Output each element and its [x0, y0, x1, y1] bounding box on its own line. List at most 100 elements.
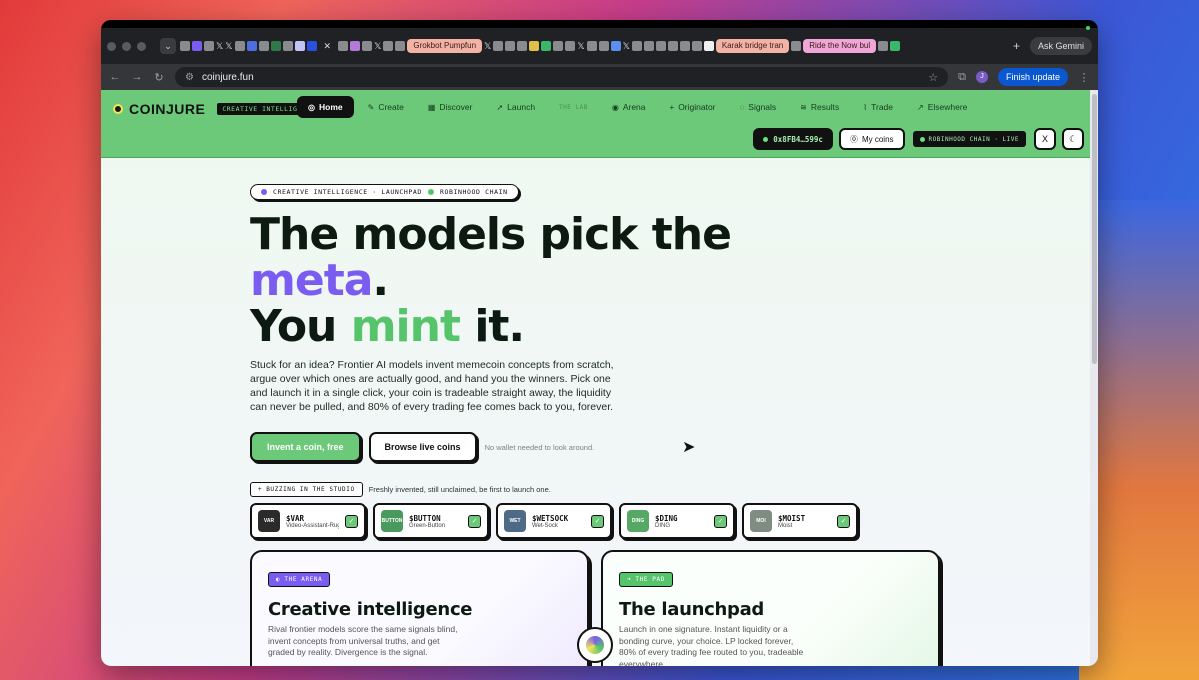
- launch-check-icon[interactable]: ✓: [468, 514, 481, 528]
- ask-gemini-button[interactable]: Ask Gemini: [1029, 37, 1092, 55]
- launch-check-icon[interactable]: ✓: [591, 514, 604, 528]
- tab-favicon[interactable]: [246, 41, 257, 51]
- x-logo-icon[interactable]: 𝕏: [623, 41, 630, 51]
- hero-badge-right: ROBINHOOD CHAIN: [439, 188, 508, 196]
- tab-favicon[interactable]: [655, 41, 666, 51]
- forward-icon[interactable]: →: [131, 71, 143, 83]
- theme-toggle-button[interactable]: ☾: [1062, 128, 1084, 150]
- tab-favicon[interactable]: [541, 41, 552, 51]
- reload-icon[interactable]: ↻: [153, 71, 165, 84]
- coin-icon: ⓪: [849, 134, 858, 144]
- profile-avatar[interactable]: J: [975, 71, 988, 83]
- coin-card[interactable]: MOI $MOIST Moist ✓: [742, 503, 858, 539]
- browser-menu-icon[interactable]: ⋮: [1078, 71, 1090, 84]
- site-info-icon[interactable]: ⚙: [185, 72, 194, 83]
- browse-live-coins-button[interactable]: Browse live coins: [368, 432, 477, 462]
- x-logo-icon[interactable]: 𝕏: [484, 41, 491, 51]
- assistant-orb-button[interactable]: [577, 627, 613, 663]
- x-logo-icon[interactable]: 𝕏: [225, 41, 232, 51]
- headline-mint: mint: [350, 301, 461, 352]
- launch-check-icon[interactable]: ✓: [345, 514, 358, 528]
- nav-home[interactable]: ◎ Home: [297, 96, 354, 118]
- tab-favicon[interactable]: [586, 41, 597, 51]
- browser-tab[interactable]: Karak bridge tran: [715, 39, 790, 53]
- tab-favicon[interactable]: [306, 41, 317, 51]
- tab-favicon[interactable]: [791, 41, 802, 51]
- tab-favicon[interactable]: [180, 41, 190, 51]
- invent-coin-button[interactable]: Invent a coin, free: [250, 432, 361, 462]
- tab-favicon[interactable]: [529, 41, 540, 51]
- browser-tab[interactable]: Ride the Now bul: [803, 39, 877, 53]
- brand[interactable]: COINJURE CREATIVE INTELLIGENCE: [113, 101, 321, 117]
- scrollbar-thumb[interactable]: [1092, 94, 1097, 364]
- arena-card[interactable]: ◐ THE ARENA Creative intelligence Rival …: [250, 550, 589, 666]
- tab-favicon[interactable]: [282, 41, 293, 51]
- my-coins-button[interactable]: ⓪ My coins: [838, 128, 905, 150]
- nav-discover[interactable]: ▦ Discover: [418, 97, 483, 117]
- tab-favicon[interactable]: [204, 41, 214, 51]
- tab-favicon[interactable]: [395, 41, 406, 51]
- coin-card[interactable]: WET $WETSOCK Wet-Sock ✓: [496, 503, 612, 539]
- tab-favicon[interactable]: [383, 41, 394, 51]
- tab-favicon[interactable]: [294, 41, 305, 51]
- coin-card[interactable]: VAR $VAR Video-Assistant-Rug ✓: [250, 503, 366, 539]
- tab-favicon[interactable]: [338, 41, 349, 51]
- x-logo-icon[interactable]: 𝕏: [216, 41, 223, 51]
- main-nav: ◎ Home ✎ Create ▦ Discover ➚ Launch THE LAB …: [297, 96, 977, 118]
- nav-originator[interactable]: + Originator: [660, 97, 726, 117]
- tab-favicon[interactable]: [610, 41, 621, 51]
- tab-favicon[interactable]: [631, 41, 642, 51]
- browser-tab[interactable]: Grokbot Pumpfun: [407, 39, 483, 53]
- nav-elsewhere[interactable]: ↗ Elsewhere: [907, 97, 977, 117]
- tab-favicon[interactable]: [553, 41, 564, 51]
- launchpad-card[interactable]: ➜ THE PAD The launchpad Launch in one si…: [601, 550, 940, 666]
- tab-favicon[interactable]: [679, 41, 690, 51]
- nav-results[interactable]: ≋ Results: [790, 97, 849, 117]
- tab-favicon[interactable]: [270, 41, 281, 51]
- tab-favicon[interactable]: [493, 41, 504, 51]
- page-scrollbar[interactable]: [1090, 90, 1098, 666]
- hero-headline: The models pick the meta. You mint it.: [250, 212, 950, 350]
- tab-favicon[interactable]: [691, 41, 702, 51]
- tab-favicon[interactable]: [505, 41, 516, 51]
- zoom-window-button[interactable]: [137, 41, 146, 51]
- url-field[interactable]: ⚙ coinjure.fun ☆: [175, 67, 949, 87]
- bookmark-star-icon[interactable]: ☆: [928, 71, 938, 84]
- tab-favicon[interactable]: [703, 41, 714, 51]
- tab-favicon[interactable]: [362, 41, 373, 51]
- tab-favicon[interactable]: [258, 41, 269, 51]
- tab-search-icon[interactable]: ⌄: [160, 38, 176, 54]
- tab-favicon[interactable]: [350, 41, 361, 51]
- x-logo-icon[interactable]: 𝕏: [374, 41, 381, 51]
- minimize-window-button[interactable]: [122, 41, 131, 51]
- tab-favicon[interactable]: [643, 41, 654, 51]
- coin-card[interactable]: BUTTON $BUTTON Green-Button ✓: [373, 503, 489, 539]
- nav-launch[interactable]: ➚ Launch: [486, 97, 545, 117]
- new-tab-button[interactable]: +: [1013, 39, 1020, 53]
- launch-check-icon[interactable]: ✓: [714, 514, 727, 528]
- arrow-out-icon: ↗: [917, 102, 924, 112]
- nav-trade[interactable]: ⌇ Trade: [853, 97, 903, 117]
- nav-create[interactable]: ✎ Create: [358, 97, 414, 117]
- x-logo-icon[interactable]: 𝕏: [577, 41, 584, 51]
- tab-favicon[interactable]: [598, 41, 609, 51]
- close-window-button[interactable]: [107, 41, 116, 51]
- coin-card[interactable]: DING $DING DING ✓: [619, 503, 735, 539]
- tab-favicon[interactable]: [890, 41, 901, 51]
- finish-update-button[interactable]: Finish update: [997, 68, 1068, 86]
- tab-favicon[interactable]: [667, 41, 678, 51]
- extensions-icon[interactable]: ⧉: [958, 71, 966, 84]
- tab-favicon[interactable]: [517, 41, 528, 51]
- tab-favicon[interactable]: [565, 41, 576, 51]
- wallet-button[interactable]: 0x8FB4…599c: [753, 128, 833, 150]
- tab-favicon[interactable]: [192, 41, 202, 51]
- coin-thumbnail: WET: [504, 510, 526, 532]
- close-tab-icon[interactable]: ✕: [324, 41, 332, 51]
- launch-check-icon[interactable]: ✓: [837, 514, 850, 528]
- x-social-button[interactable]: X: [1034, 128, 1056, 150]
- back-icon[interactable]: ←: [109, 71, 121, 83]
- tab-favicon[interactable]: [234, 41, 245, 51]
- nav-arena[interactable]: ◉ Arena: [602, 97, 656, 117]
- nav-signals[interactable]: ◌ Signals: [730, 97, 787, 117]
- tab-favicon[interactable]: [878, 41, 889, 51]
